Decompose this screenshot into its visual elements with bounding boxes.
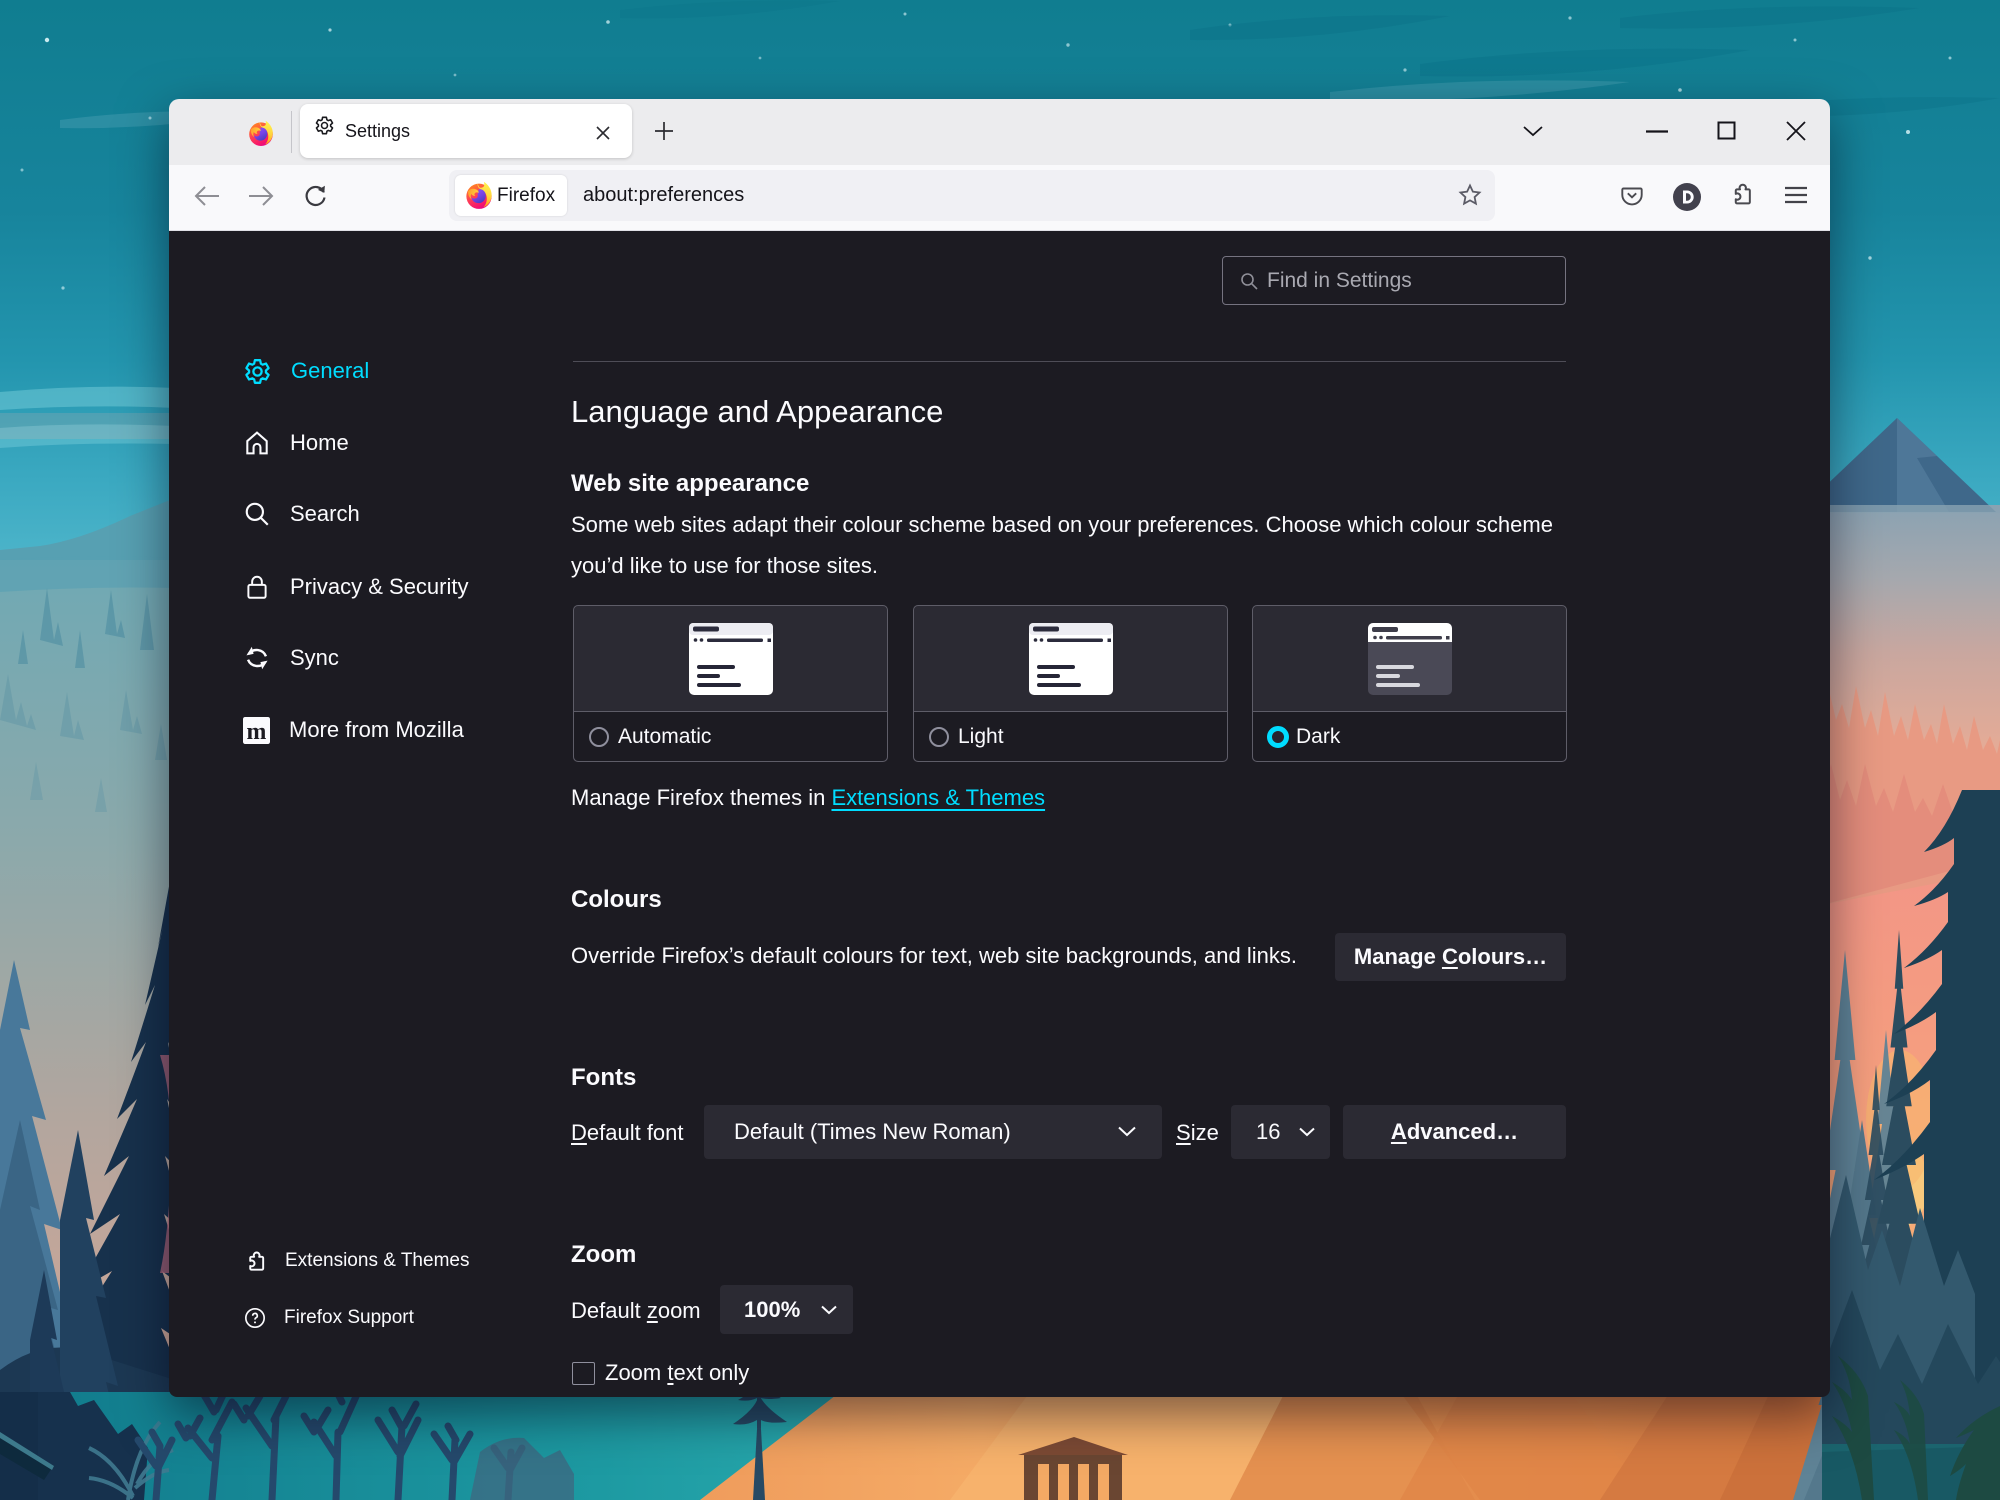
svg-text:m: m <box>247 718 267 743</box>
